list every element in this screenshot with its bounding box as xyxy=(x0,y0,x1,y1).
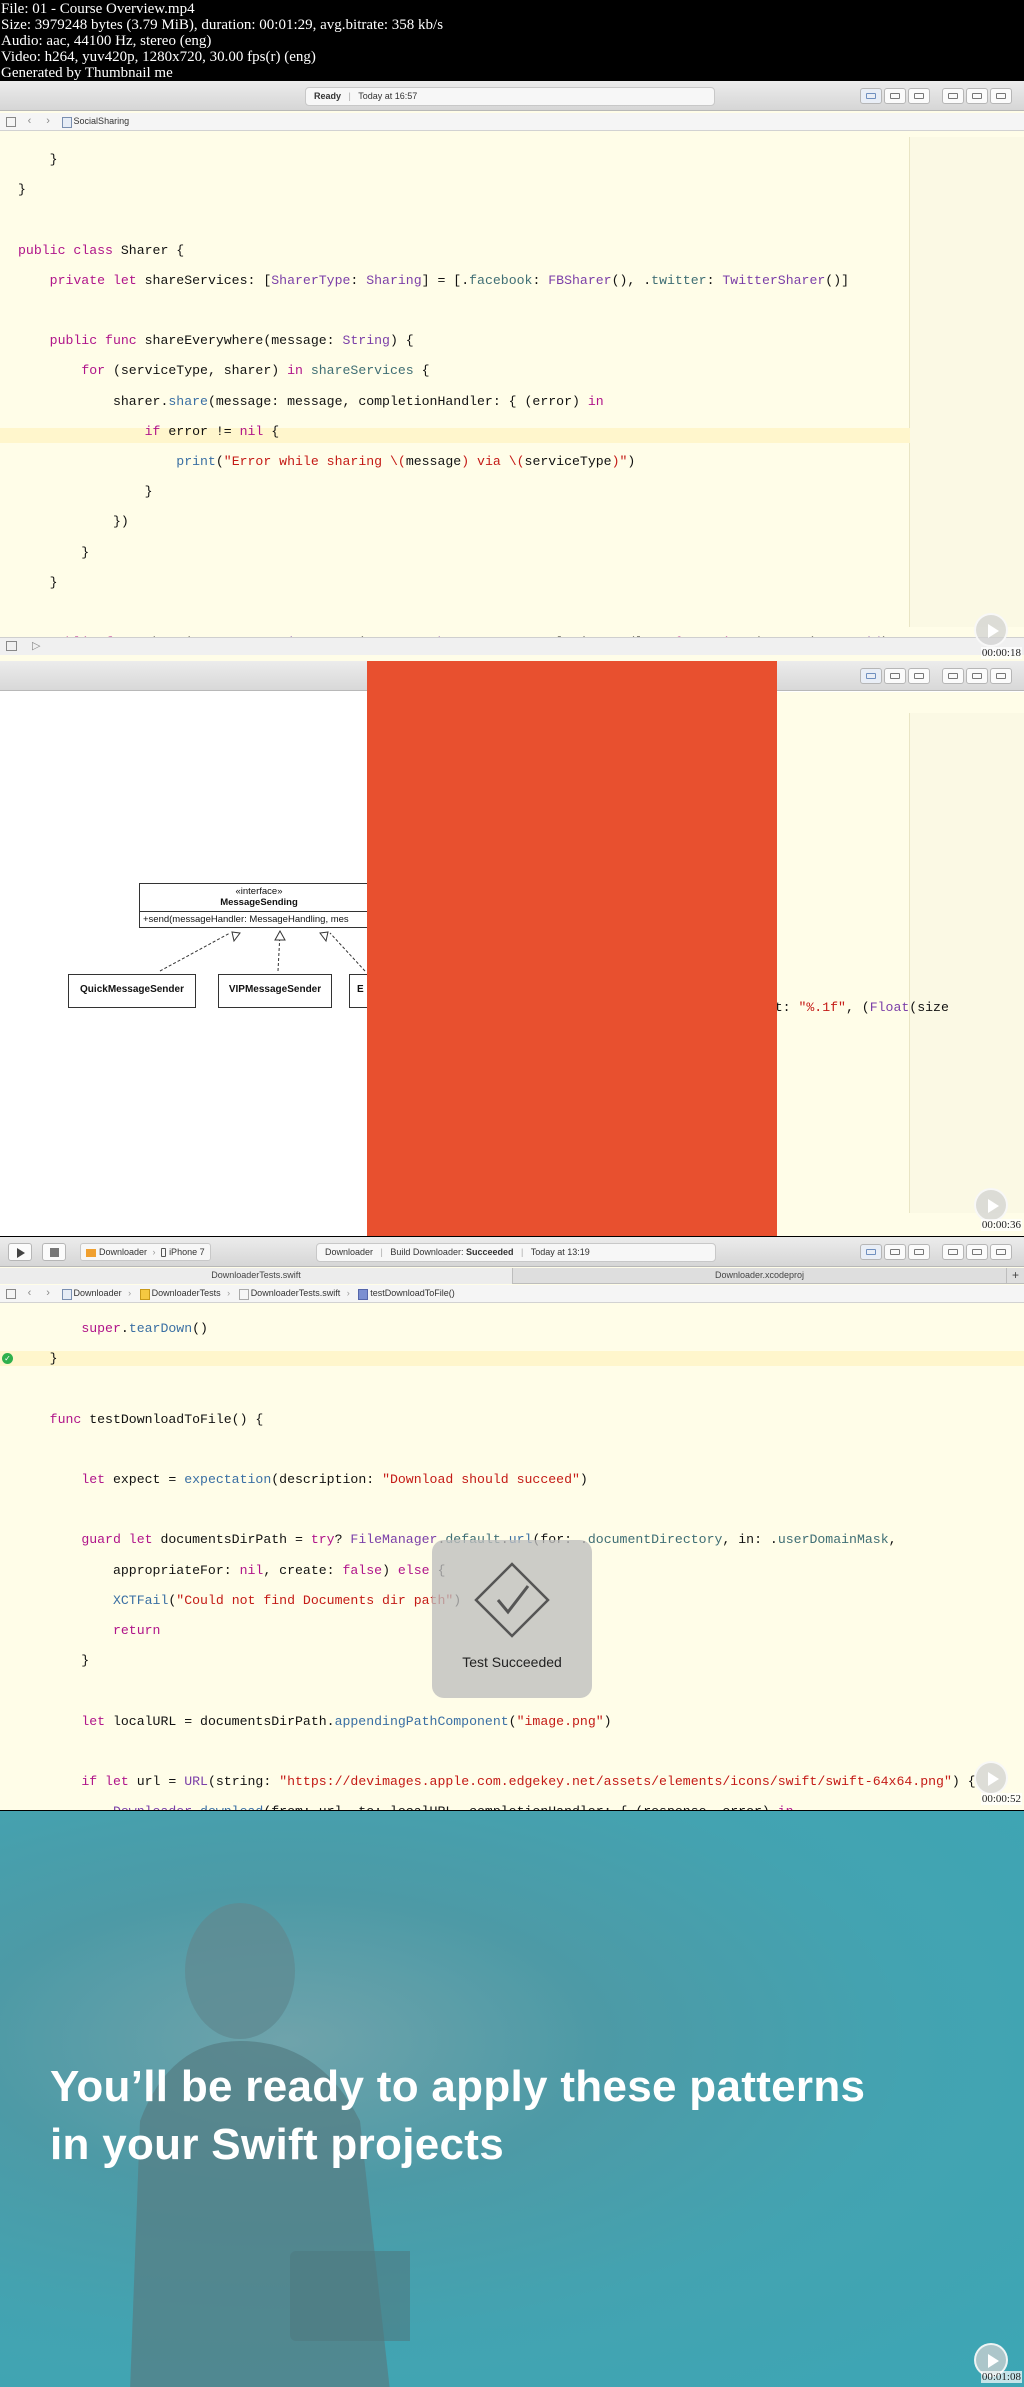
tab-downloader-tests[interactable]: DownloaderTests.swift xyxy=(0,1268,512,1284)
related-items-icon[interactable] xyxy=(6,117,16,127)
meta-line: File: 01 - Course Overview.mp4 xyxy=(1,1,195,17)
version-editor-icon[interactable] xyxy=(908,668,930,684)
device-icon xyxy=(161,1248,167,1258)
navigator-toggle-icon[interactable] xyxy=(942,668,964,684)
activity-status: Ready | Today at 16:57 xyxy=(305,87,715,106)
jump-bar: ‹ › Downloader › DownloaderTests › Downl… xyxy=(0,1285,1024,1303)
version-editor-icon[interactable] xyxy=(908,1244,930,1260)
stop-button[interactable] xyxy=(42,1243,66,1261)
editor-tab-bar: DownloaderTests.swift Downloader.xcodepr… xyxy=(0,1268,1024,1284)
version-editor-icon[interactable] xyxy=(908,88,930,104)
app-icon xyxy=(86,1248,96,1257)
debug-area-toggle-icon[interactable] xyxy=(966,668,988,684)
code-fragment: rmat: "%.1f", (Float(size xyxy=(751,1000,949,1015)
breadcrumb-file[interactable]: DownloaderTests.swift xyxy=(238,1285,340,1302)
uml-connectors xyxy=(159,929,366,972)
uml-class-quick: QuickMessageSender xyxy=(68,974,196,1008)
standard-editor-icon[interactable] xyxy=(860,1244,882,1260)
frame-timestamp: 00:00:18 xyxy=(980,647,1022,659)
frame-closing-slide: You’ll be ready to apply these patterns … xyxy=(0,1811,1024,2387)
meta-line: Size: 3979248 bytes (3.79 MiB), duration… xyxy=(1,17,444,33)
debug-area-toggle-icon[interactable] xyxy=(966,88,988,104)
play-overlay-icon xyxy=(974,1188,1008,1222)
utilities-toggle-icon[interactable] xyxy=(990,668,1012,684)
activity-status: Downloader | Build Downloader: Succeeded… xyxy=(316,1243,716,1262)
checkmark-icon xyxy=(474,1562,550,1638)
frame-timestamp: 00:00:52 xyxy=(980,1793,1022,1805)
debug-bar: ▷ xyxy=(0,637,1024,655)
navigator-toggle-icon[interactable] xyxy=(942,1244,964,1260)
uml-interface-box: «interface» MessageSending +send(message… xyxy=(139,883,379,928)
xcode-toolbar: Downloader › iPhone 7 Downloader | Build… xyxy=(0,1237,1024,1267)
breadcrumb-group[interactable]: DownloaderTests xyxy=(139,1285,221,1302)
standard-editor-icon[interactable] xyxy=(860,88,882,104)
forward-arrow-icon[interactable]: › xyxy=(43,113,53,130)
meta-line: Audio: aac, 44100 Hz, stereo (eng) xyxy=(1,33,212,49)
xcode-toolbar: Ready | Today at 16:57 xyxy=(0,81,1024,111)
frame-sharer-code: Ready | Today at 16:57 ‹ › SocialSharing… xyxy=(0,81,1024,661)
jump-bar: ‹ › SocialSharing xyxy=(0,113,1024,131)
play-overlay-icon xyxy=(974,1761,1008,1795)
play-icon xyxy=(17,1248,25,1258)
debug-area-toggle-icon[interactable] xyxy=(966,1244,988,1260)
frame-uml-diagram: rmat: "%.1f", (Float(size «interface» Me… xyxy=(0,661,1024,1236)
breadcrumb-file[interactable]: SocialSharing xyxy=(61,113,129,130)
uml-class-vip: VIPMessageSender xyxy=(218,974,332,1008)
utilities-toggle-icon[interactable] xyxy=(990,1244,1012,1260)
slide-heading: You’ll be ready to apply these patterns … xyxy=(50,2062,866,2169)
breadcrumb-method[interactable]: testDownloadToFile() xyxy=(358,1285,455,1302)
hud-label: Test Succeeded xyxy=(462,1654,562,1670)
run-button[interactable] xyxy=(8,1243,32,1261)
breadcrumb-project[interactable]: Downloader xyxy=(61,1285,122,1302)
forward-arrow-icon[interactable]: › xyxy=(43,1285,53,1302)
run-icon[interactable]: ▷ xyxy=(32,639,40,652)
add-tab-button[interactable]: + xyxy=(1006,1268,1024,1284)
assistant-editor-icon[interactable] xyxy=(884,668,906,684)
meta-line: Generated by Thumbnail me xyxy=(1,65,173,81)
navigator-toggle-icon[interactable] xyxy=(942,88,964,104)
utilities-toggle-icon[interactable] xyxy=(990,88,1012,104)
back-arrow-icon[interactable]: ‹ xyxy=(25,1285,35,1302)
red-overlay-panel xyxy=(367,661,777,1236)
test-passed-icon[interactable]: ✓ xyxy=(2,1353,13,1364)
back-arrow-icon[interactable]: ‹ xyxy=(25,113,35,130)
frame-test-code: Downloader › iPhone 7 Downloader | Build… xyxy=(0,1237,1024,1810)
uml-interface-name: MessageSending xyxy=(220,897,298,908)
assistant-editor-icon[interactable] xyxy=(884,88,906,104)
video-metadata: File: 01 - Course Overview.mp4 Size: 397… xyxy=(0,0,1024,81)
uml-method: +send(messageHandler: MessageHandling, m… xyxy=(143,914,349,925)
related-items-icon[interactable] xyxy=(6,1289,16,1299)
test-succeeded-hud: Test Succeeded xyxy=(432,1540,592,1698)
frame-timestamp: 00:01:08 xyxy=(980,2371,1022,2383)
scheme-selector[interactable]: Downloader › iPhone 7 xyxy=(80,1243,211,1261)
assistant-editor-icon[interactable] xyxy=(884,1244,906,1260)
standard-editor-icon[interactable] xyxy=(860,668,882,684)
stop-icon xyxy=(50,1248,59,1257)
code-minimap xyxy=(909,137,1024,627)
uml-stereotype: «interface» xyxy=(235,886,283,897)
hide-debug-area-icon[interactable] xyxy=(6,641,17,651)
meta-line: Video: h264, yuv420p, 1280x720, 30.00 fp… xyxy=(1,49,316,65)
tab-downloader-project[interactable]: Downloader.xcodeproj xyxy=(512,1268,1006,1284)
play-overlay-icon xyxy=(974,613,1008,647)
code-editor[interactable]: } } public class Sharer { private let sh… xyxy=(18,137,889,661)
code-minimap xyxy=(909,713,1024,1213)
frame-timestamp: 00:00:36 xyxy=(980,1219,1022,1231)
